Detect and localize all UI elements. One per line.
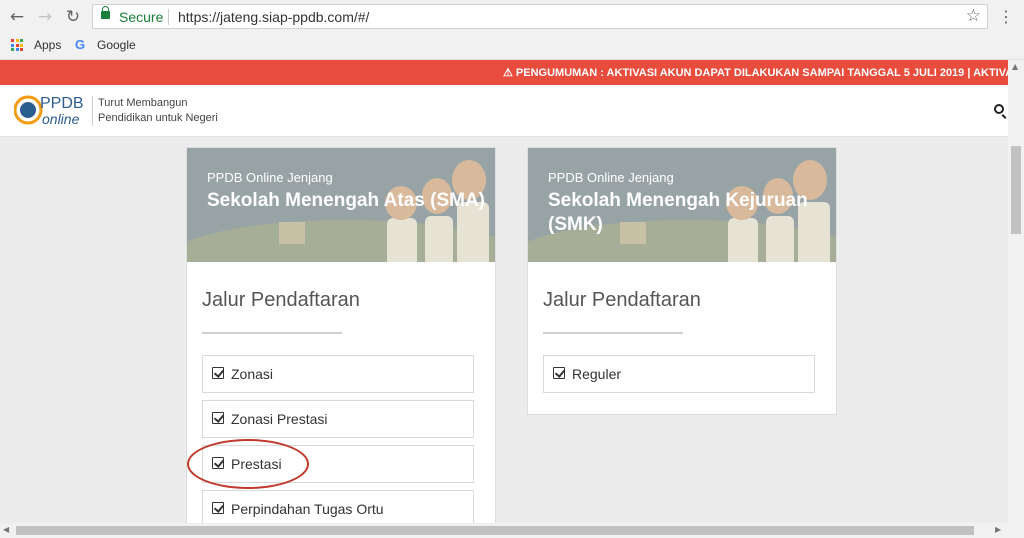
card-title: Sekolah Menengah Kejuruan (SMK) (548, 190, 808, 235)
card-subtitle: PPDB Online Jenjang (207, 170, 333, 185)
option-label: Zonasi (231, 366, 274, 382)
bookmark-google[interactable]: Google (97, 38, 136, 52)
check-square-icon (212, 367, 224, 379)
url-text[interactable]: https://jateng.siap-ppdb.com/#/ (178, 9, 369, 25)
bookmark-apps[interactable]: Apps (34, 38, 61, 52)
secure-label: Secure (119, 9, 164, 25)
card-title: Sekolah Menengah Atas (SMA) (207, 190, 486, 211)
option-label: Reguler (572, 366, 622, 382)
annotation-circle (187, 439, 309, 489)
check-square-icon (212, 412, 224, 424)
option-label: Perpindahan Tugas Ortu (231, 501, 384, 517)
card-subtitle: PPDB Online Jenjang (548, 170, 674, 185)
menu-dots-icon[interactable]: ⋮ (998, 7, 1014, 26)
site-header: PPDB online Turut Membangun Pendidikan u… (0, 85, 1008, 137)
option-zonasi-prestasi[interactable]: Zonasi Prestasi (202, 400, 474, 438)
tagline: Turut Membangun Pendidikan untuk Negeri (98, 96, 218, 126)
section-title: Jalur Pendaftaran (543, 289, 701, 311)
check-square-icon (553, 367, 565, 379)
tagline-line1: Turut Membangun (98, 97, 188, 109)
svg-text:online: online (42, 111, 80, 127)
section-title: Jalur Pendaftaran (202, 289, 360, 311)
scrollbar-thumb[interactable] (1011, 146, 1021, 234)
google-icon: G (75, 37, 86, 52)
svg-text:PPDB: PPDB (40, 95, 84, 112)
scroll-up-icon[interactable]: ▲ (1012, 62, 1018, 71)
tagline-line2: Pendidikan untuk Negeri (98, 112, 218, 124)
horizontal-scrollbar[interactable]: ◀ ▶ (0, 523, 1024, 538)
address-bar[interactable]: Secure https://jateng.siap-ppdb.com/#/ ☆ (92, 4, 988, 29)
sma-banner[interactable]: PPDB Online Jenjang Sekolah Menengah Ata… (187, 148, 495, 262)
option-label: Zonasi Prestasi (231, 411, 328, 427)
scroll-left-icon[interactable]: ◀ (3, 525, 9, 534)
scroll-right-icon[interactable]: ▶ (995, 525, 1001, 534)
option-zonasi[interactable]: Zonasi (202, 355, 474, 393)
lock-icon (101, 6, 110, 19)
announcement-text: ⚠ PENGUMUMAN : AKTIVASI AKUN DAPAT DILAK… (503, 67, 1008, 79)
smk-banner[interactable]: PPDB Online Jenjang Sekolah Menengah Kej… (528, 148, 836, 262)
omnibox-divider (168, 9, 169, 25)
scrollbar-thumb[interactable] (16, 526, 974, 535)
search-icon[interactable] (994, 104, 1004, 114)
back-arrow-icon[interactable]: ← (6, 6, 28, 28)
reload-icon[interactable]: ↻ (62, 6, 84, 28)
star-icon[interactable]: ☆ (966, 6, 981, 26)
banner-child (425, 216, 453, 262)
banner-building (279, 222, 305, 244)
browser-chrome: ← → ↻ Secure https://jateng.siap-ppdb.co… (0, 0, 1024, 60)
option-reguler[interactable]: Reguler (543, 355, 815, 393)
logo-divider (92, 96, 93, 126)
section-underline (543, 332, 683, 334)
smk-card: PPDB Online Jenjang Sekolah Menengah Kej… (527, 147, 837, 415)
forward-arrow-icon[interactable]: → (34, 6, 56, 28)
announcement-bar: ⚠ PENGUMUMAN : AKTIVASI AKUN DAPAT DILAK… (0, 60, 1008, 85)
section-underline (202, 332, 342, 334)
vertical-scrollbar[interactable]: ▲ (1008, 60, 1024, 523)
check-square-icon (212, 502, 224, 514)
bookmarks-bar: Apps G Google (0, 34, 1024, 58)
ppdb-logo[interactable]: PPDB online (13, 91, 88, 129)
banner-child (387, 218, 417, 262)
apps-icon[interactable] (11, 39, 23, 51)
